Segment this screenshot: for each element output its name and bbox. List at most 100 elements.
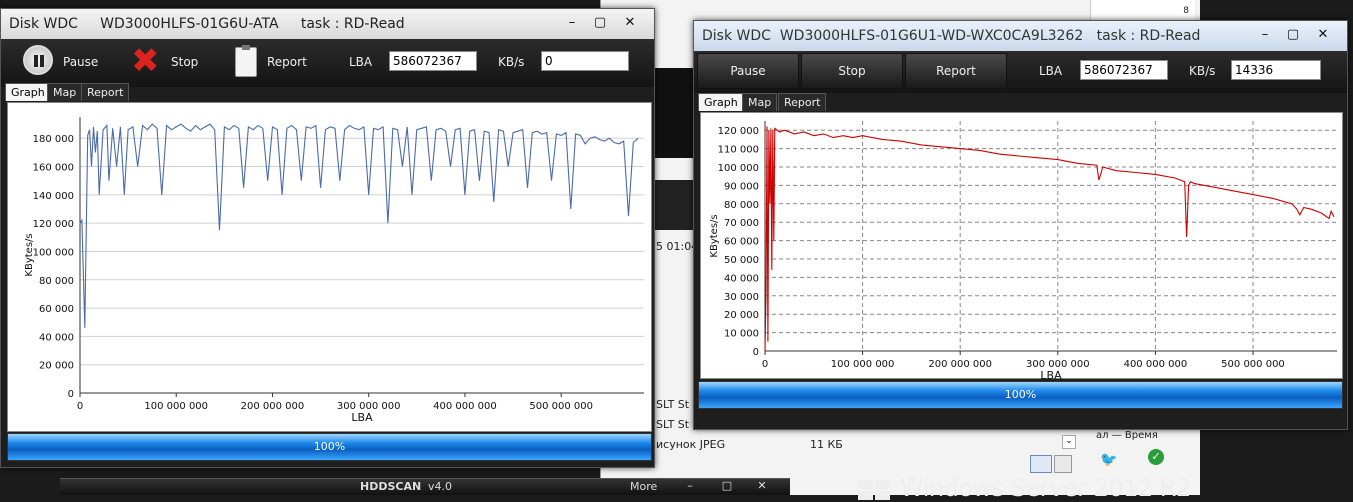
hddscan-version: v4.0 [428,480,453,493]
y-tick-label: 160 000 [33,163,74,174]
minimize-icon[interactable]: – [678,479,702,495]
disk-window-1: Disk WDC WD3000HLFS-01G6U-ATA task : RD-… [0,8,655,468]
progress-bar: 100% [7,433,652,461]
tab-map[interactable]: Map [742,93,778,111]
y-tick-label: 0 [68,389,74,400]
y-tick-label: 30 000 [724,292,759,303]
window-titlebar[interactable]: Disk WDC WD3000HLFS-01G6U-ATA task : RD-… [1,9,654,39]
background-file-size: 11 КБ [810,438,843,451]
tab-graph[interactable]: Graph [698,93,744,111]
x-tick-label: 400 000 000 [1124,359,1188,370]
details-view-icon[interactable] [1030,455,1052,473]
lba-field[interactable]: 586072367 [389,51,477,71]
windows-server-branding: Windows Server 2012 R2 [900,474,1191,502]
kbs-label: KB/s [498,55,525,69]
maximize-icon[interactable]: ▢ [1280,25,1306,45]
pause-button[interactable]: Pause [63,55,98,69]
y-tick-label: 70 000 [724,218,759,229]
tiles-view-icon[interactable] [1054,455,1072,473]
y-tick-label: 0 [753,347,759,358]
maximize-icon[interactable]: ▢ [587,13,613,33]
chevron-down-icon[interactable]: ⌄ [1062,435,1076,449]
y-tick-label: 120 000 [33,219,74,230]
y-tick-label: 100 000 [718,163,759,174]
background-list-row: SLT St [656,398,690,411]
background-dark-strip [655,180,695,230]
series-line [764,126,1335,352]
y-tick-label: 80 000 [724,200,759,211]
x-tick-label: 500 000 000 [1221,359,1285,370]
background-column-header: ал — Время [1096,430,1158,441]
stop-button[interactable]: Stop [801,53,903,89]
y-tick-label: 40 000 [724,273,759,284]
y-tick-label: 60 000 [39,304,74,315]
background-clock: 5 01:04 [656,240,699,253]
speed-graph: 0 20 000 40 000 60 000 80 000 100 000 120 000 1… [7,102,652,432]
y-tick-label: 20 000 [39,361,74,372]
tab-report[interactable]: Report [778,93,827,111]
y-tick-label: 80 000 [39,276,74,287]
pause-button[interactable]: Pause [697,53,799,89]
y-axis-label: KBytes/s [709,214,720,257]
background-right-panel-text: 8 [1183,6,1189,16]
speed-graph: 0 10 000 20 000 30 000 40 000 50 000 60 000 70 … [700,112,1343,380]
lba-label: LBA [1039,64,1063,78]
y-axis-label: KBytes/s [24,233,35,276]
report-icon[interactable] [235,45,257,77]
y-tick-label: 50 000 [724,255,759,266]
report-button[interactable]: Report [905,53,1007,89]
report-button[interactable]: Report [267,55,307,69]
tab-graph[interactable]: Graph [5,83,51,101]
x-tick-label: 200 000 000 [928,359,992,370]
more-menu[interactable]: More [630,480,657,493]
stop-icon[interactable]: ✖ [131,44,160,78]
x-tick-label: 400 000 000 [433,401,497,412]
x-tick-label: 500 000 000 [529,401,593,412]
progress-bar: 100% [698,381,1343,409]
y-tick-label: 40 000 [39,332,74,343]
kbs-field[interactable]: 14336 [1231,60,1321,80]
close-icon[interactable]: ✕ [750,479,774,495]
x-tick-label: 0 [77,401,83,412]
toolbar: Pause ✖ Stop Report LBA 586072367 KB/s 0 [1,39,654,87]
y-tick-label: 120 000 [718,126,759,137]
x-axis-label: LBA [1040,369,1062,380]
x-tick-label: 100 000 000 [831,359,895,370]
window-title: Disk WDC WD3000HLFS-01G6U1-WD-WXC0CA9L32… [702,28,1201,44]
window-title: Disk WDC WD3000HLFS-01G6U-ATA task : RD-… [9,16,405,32]
y-tick-label: 60 000 [724,237,759,248]
disk-window-2: Disk WDC WD3000HLFS-01G6U1-WD-WXC0CA9L32… [693,20,1348,430]
close-icon[interactable]: ✕ [617,13,643,33]
tab-map[interactable]: Map [47,83,83,101]
twitter-icon: 🐦 [1100,452,1118,468]
hddscan-title: HDDSCAN [360,480,422,493]
x-tick-label: 100 000 000 [144,401,208,412]
lba-field[interactable]: 586072367 [1080,60,1168,80]
speed-chart: 0 20 000 40 000 60 000 80 000 100 000 120 000 1… [24,117,644,424]
tab-bar: Graph Map Report [5,83,650,101]
y-tick-label: 100 000 [33,247,74,258]
lba-label: LBA [349,55,373,69]
stop-button[interactable]: Stop [171,55,198,69]
pause-icon[interactable] [23,45,53,75]
minimize-icon[interactable]: – [559,13,585,33]
toolbar: Pause Stop Report LBA 586072367 KB/s 143… [694,51,1347,93]
hddscan-taskbar: HDDSCAN v4.0 More – □ ✕ [60,478,790,495]
window-titlebar[interactable]: Disk WDC WD3000HLFS-01G6U1-WD-WXC0CA9L32… [694,21,1347,51]
tab-bar: Graph Map Report [698,93,1343,111]
close-icon[interactable]: ✕ [1310,25,1336,45]
maximize-icon[interactable]: □ [715,479,739,495]
x-tick-label: 200 000 000 [241,401,305,412]
x-axis-label: LBA [351,411,373,424]
tab-report[interactable]: Report [81,83,130,101]
speed-chart: 0 10 000 20 000 30 000 40 000 50 000 60 000 70 … [709,121,1337,380]
series-line [79,123,639,328]
y-tick-label: 90 000 [724,181,759,192]
kbs-field[interactable]: 0 [541,51,629,71]
background-list-row: исунок JPEG [656,438,726,451]
background-dark-strip [655,68,695,158]
kbs-label: KB/s [1189,64,1216,78]
minimize-icon[interactable]: – [1252,25,1278,45]
y-tick-label: 180 000 [33,134,74,145]
y-tick-label: 10 000 [724,329,759,340]
